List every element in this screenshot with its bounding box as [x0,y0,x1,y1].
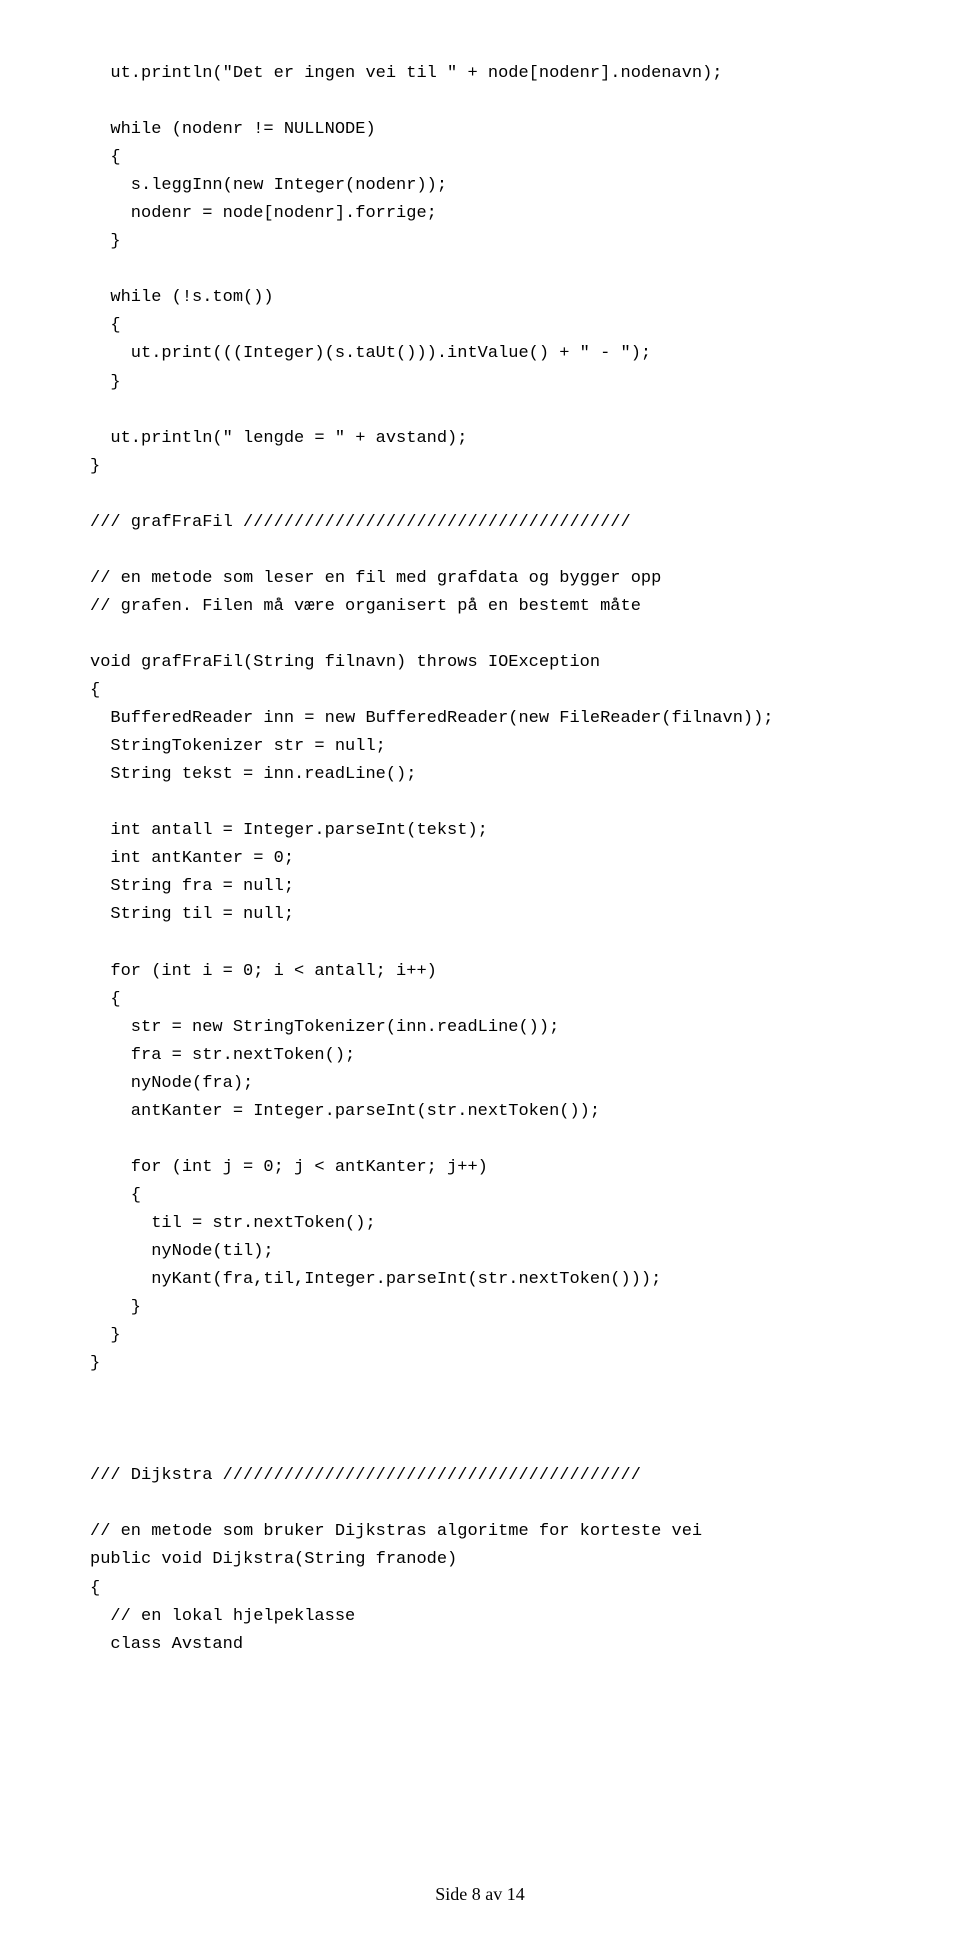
page-footer: Side 8 av 14 [0,1880,960,1910]
code-block: ut.println("Det er ingen vei til " + nod… [90,60,910,1659]
